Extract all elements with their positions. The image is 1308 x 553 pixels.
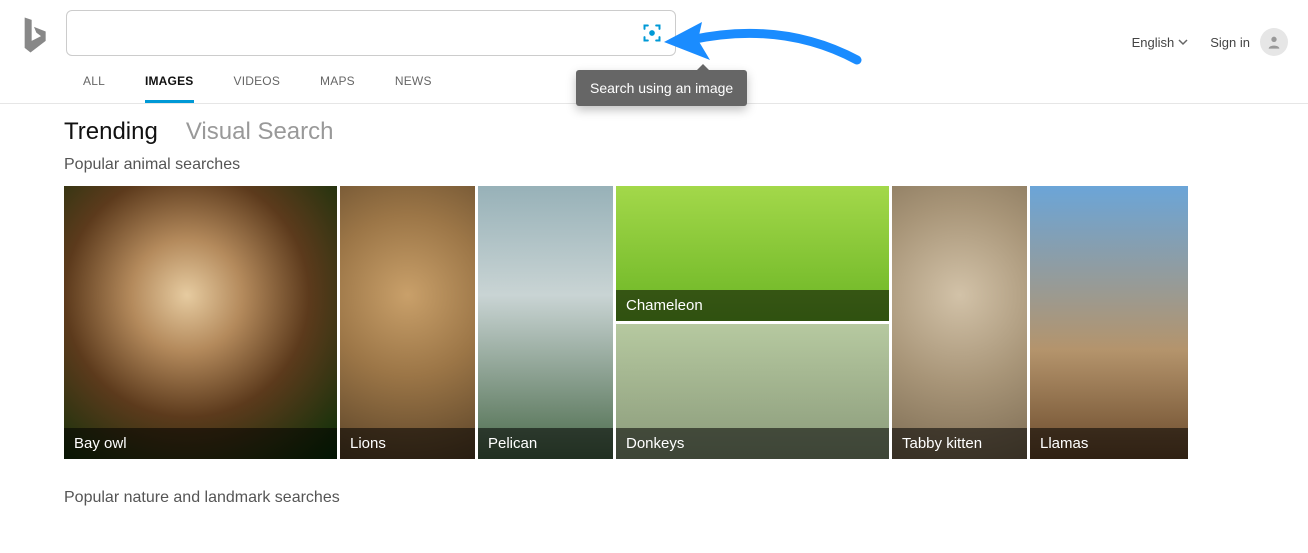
search-box[interactable] [66, 10, 676, 56]
nav-tab-videos[interactable]: VIDEOS [234, 74, 281, 103]
tile-caption: Chameleon [616, 290, 889, 321]
tile-caption: Llamas [1030, 428, 1188, 459]
visual-search-tooltip: Search using an image [576, 70, 747, 106]
tile-llamas[interactable]: Llamas [1030, 186, 1188, 459]
sign-in-label: Sign in [1210, 35, 1250, 50]
avatar [1260, 28, 1288, 56]
nav-tab-maps[interactable]: MAPS [320, 74, 355, 103]
popular-nature-heading: Popular nature and landmark searches [64, 489, 1308, 507]
language-label: English [1132, 35, 1175, 50]
tile-bay-owl[interactable]: Bay owl [64, 186, 337, 459]
tile-donkeys[interactable]: Donkeys [616, 324, 889, 459]
section-tab-trending[interactable]: Trending [64, 118, 158, 146]
language-selector[interactable]: English [1132, 35, 1189, 50]
tile-tabby-kitten[interactable]: Tabby kitten [892, 186, 1027, 459]
search-input[interactable] [79, 11, 641, 55]
tile-pelican[interactable]: Pelican [478, 186, 613, 459]
tile-lions[interactable]: Lions [340, 186, 475, 459]
sign-in-button[interactable]: Sign in [1210, 28, 1288, 56]
bing-logo[interactable] [20, 15, 48, 55]
popular-animals-heading: Popular animal searches [64, 156, 1308, 174]
section-tab-visual-search[interactable]: Visual Search [186, 118, 334, 146]
tile-chameleon[interactable]: Chameleon [616, 186, 889, 321]
chevron-down-icon [1178, 37, 1188, 47]
nav-tab-all[interactable]: ALL [83, 74, 105, 103]
nav-tab-images[interactable]: IMAGES [145, 74, 194, 103]
bing-logo-icon [20, 15, 48, 55]
camera-scan-icon [642, 23, 662, 43]
tile-caption: Tabby kitten [892, 428, 1027, 459]
tile-caption: Donkeys [616, 428, 889, 459]
tile-caption: Pelican [478, 428, 613, 459]
visual-search-button[interactable] [641, 22, 663, 44]
tile-caption: Lions [340, 428, 475, 459]
user-icon [1266, 34, 1282, 50]
animal-tiles-row: Bay owl Lions Pelican Chameleon Donkeys … [64, 186, 1308, 459]
nav-tab-news[interactable]: NEWS [395, 74, 432, 103]
tile-caption: Bay owl [64, 428, 337, 459]
